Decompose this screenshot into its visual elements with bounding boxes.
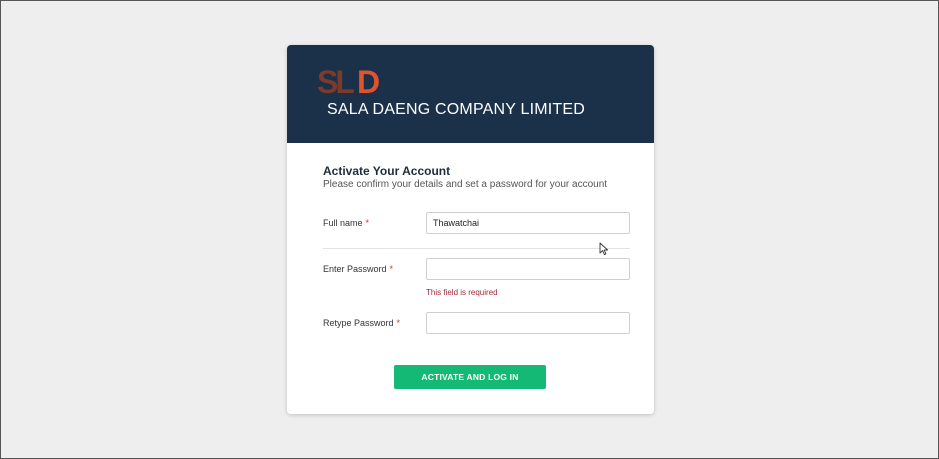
form-title: Activate Your Account xyxy=(323,164,451,178)
card-header: SL D SALA DAENG COMPANY LIMITED xyxy=(287,45,654,143)
retype-password-input[interactable] xyxy=(426,312,630,334)
svg-text:D: D xyxy=(357,64,380,97)
required-marker: * xyxy=(389,264,394,274)
enter-password-label-text: Enter Password xyxy=(323,264,387,274)
sld-logo-icon: SL D xyxy=(317,64,380,97)
password-error-message: This field is required xyxy=(426,288,498,297)
full-name-label: Full name * xyxy=(323,218,369,228)
full-name-label-text: Full name xyxy=(323,218,363,228)
full-name-input[interactable] xyxy=(426,212,630,234)
svg-text:SL: SL xyxy=(317,64,354,97)
activation-card: SL D SALA DAENG COMPANY LIMITED Activate… xyxy=(287,45,654,414)
retype-password-label-text: Retype Password xyxy=(323,318,394,328)
retype-password-label: Retype Password * xyxy=(323,318,400,328)
mouse-cursor-icon xyxy=(599,242,609,256)
divider xyxy=(323,248,630,249)
company-name: SALA DAENG COMPANY LIMITED xyxy=(327,101,586,118)
enter-password-input[interactable] xyxy=(426,258,630,280)
required-marker: * xyxy=(396,318,401,328)
form-subtitle: Please confirm your details and set a pa… xyxy=(323,179,608,190)
activate-and-login-button[interactable]: ACTIVATE AND LOG IN xyxy=(394,365,546,389)
required-marker: * xyxy=(365,218,370,228)
enter-password-label: Enter Password * xyxy=(323,264,393,274)
